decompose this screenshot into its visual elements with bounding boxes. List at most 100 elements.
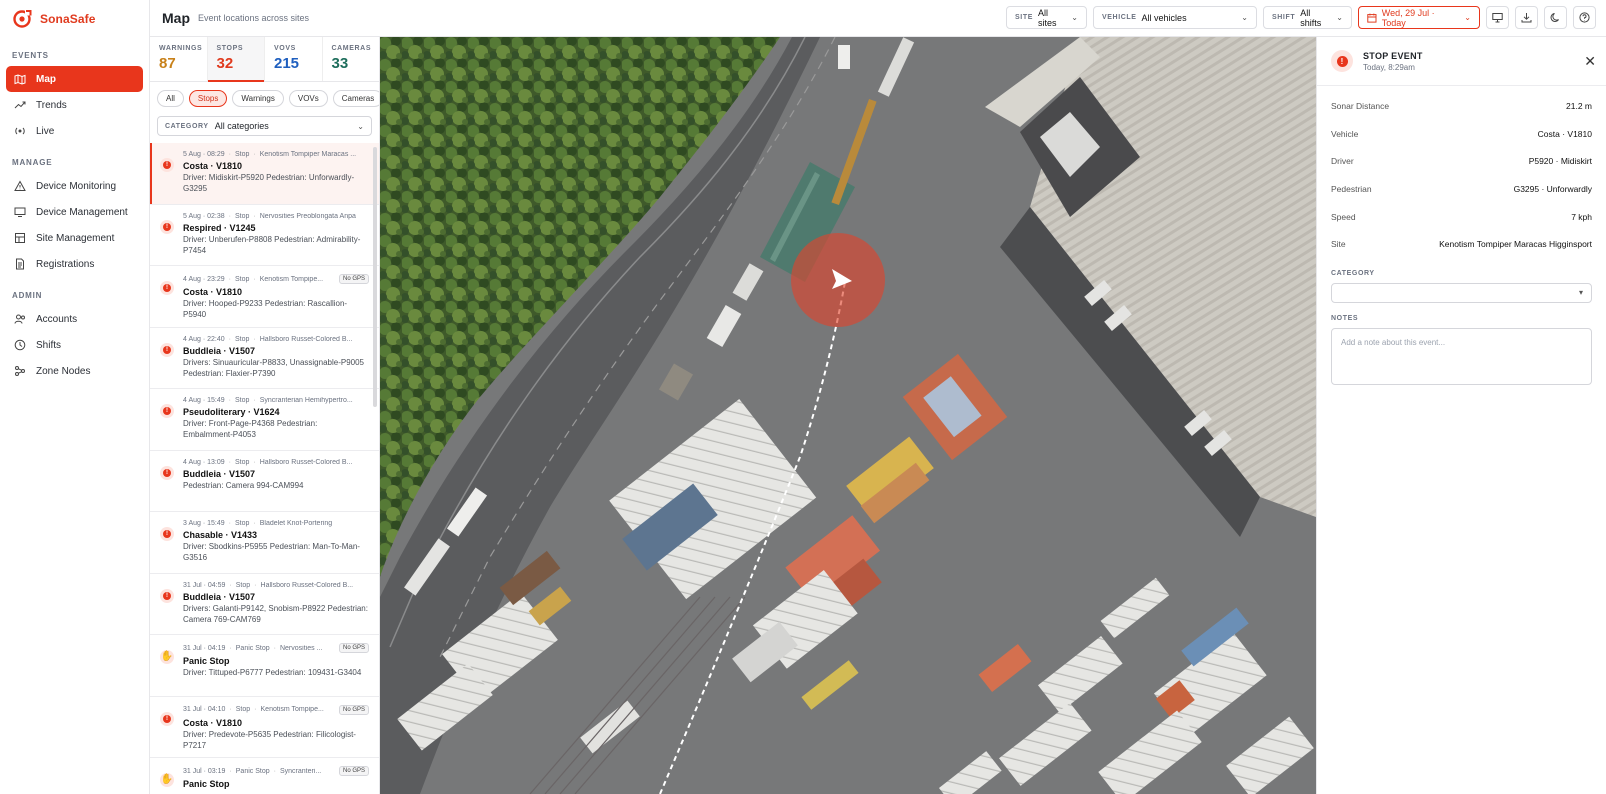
sidebar-item-registrations[interactable]: Registrations — [6, 251, 143, 277]
notes-textarea[interactable]: Add a note about this event... — [1331, 328, 1592, 386]
brand[interactable]: SonaSafe — [0, 0, 149, 37]
event-list-item[interactable]: ! 5 Aug · 02:38 · Stop · Nervosities Preoblon… — [150, 205, 379, 266]
sidebar-item-zone-nodes[interactable]: Zone Nodes — [6, 358, 143, 384]
tab-cameras[interactable]: CAMERAS 33 — [323, 37, 380, 81]
vehicle-filter[interactable]: VEHICLE All vehicles ⌄ — [1093, 6, 1257, 29]
event-list-item[interactable]: ! 4 Aug · 13:09 · Stop · Hallsboro Russet-Col… — [150, 451, 379, 512]
event-type-icon: ! — [160, 527, 174, 541]
stop-alert-icon: ! — [163, 345, 171, 354]
stop-event-marker[interactable] — [791, 233, 885, 327]
detail-key: Speed — [1331, 211, 1356, 222]
event-category-select[interactable]: ▾ — [1331, 283, 1592, 304]
event-list-item[interactable]: ! 4 Aug · 23:29 · Stop · Kenotism Tompipe... N… — [150, 266, 379, 328]
sidebar-item-trends[interactable]: Trends — [6, 92, 143, 118]
display-button[interactable] — [1486, 6, 1509, 29]
category-select-label: CATEGORY — [165, 122, 209, 130]
sidebar-item-device-management[interactable]: Device Management — [6, 199, 143, 225]
detail-value: Kenotism Tompiper Maracas Higginsport — [1439, 239, 1592, 250]
event-time: 4 Aug · 15:49 — [183, 397, 225, 404]
nav-section-manage: MANAGE — [12, 158, 53, 167]
chevron-down-icon: ⌄ — [1071, 13, 1078, 22]
event-body: 4 Aug · 15:49 · Stop · Syncranterian Hemihyp… — [183, 397, 369, 450]
chip-warnings[interactable]: Warnings — [232, 90, 284, 107]
event-description: Driver: Predevote-P5635 Pedestrian: Fili… — [183, 729, 356, 750]
event-site: Hallsboro Russet-Colored B... — [259, 335, 353, 343]
sidebar-item-label: Map — [36, 73, 56, 85]
event-type-icon: ! — [160, 281, 174, 295]
detail-fields: Sonar Distance 21.2 m Vehicle Costa · V1… — [1317, 86, 1606, 258]
stop-alert-icon: ! — [163, 222, 171, 231]
satellite-map[interactable] — [380, 37, 1316, 794]
theme-button[interactable] — [1544, 6, 1567, 29]
sidebar-item-live[interactable]: Live — [6, 118, 143, 144]
event-list-item[interactable]: ! 4 Aug · 22:40 · Stop · Hallsboro Russet-Col… — [150, 328, 379, 389]
separator: · — [254, 581, 257, 589]
close-icon[interactable]: ✕ — [1584, 54, 1596, 68]
trends-icon — [14, 101, 26, 109]
detail-key: Pedestrian — [1331, 183, 1372, 194]
stop-alert-icon: ! — [163, 714, 171, 723]
separator: · — [253, 151, 256, 158]
event-meta: 4 Aug · 23:29 · Stop · Kenotism Tompipe... No… — [183, 274, 369, 284]
sidebar-item-map[interactable]: Map — [6, 66, 143, 92]
sidebar-item-label: Trends — [36, 99, 67, 111]
category-select[interactable]: CATEGORY All categories ⌄ — [157, 116, 372, 136]
chip-vovs[interactable]: VOVs — [288, 90, 328, 107]
sidebar-item-accounts[interactable]: Accounts — [6, 306, 143, 332]
date-picker[interactable]: Wed, 29 Jul · Today ⌄ — [1358, 6, 1480, 29]
event-time: 31 Jul · 04:19 — [183, 644, 226, 652]
chip-stops[interactable]: Stops — [188, 90, 228, 107]
vehicle-filter-value: All vehicles — [1141, 12, 1187, 23]
event-list-item[interactable]: ✋ 31 Jul · 04:19 · Panic Stop · Nervosities .… — [150, 635, 379, 697]
help-button[interactable] — [1573, 6, 1596, 29]
event-meta: 4 Aug · 22:40 · Stop · Hallsboro Russet-Colo… — [183, 336, 369, 343]
detail-key: Driver — [1331, 156, 1354, 167]
event-list-item[interactable]: ! 5 Aug · 08:29 · Stop · Kenotism Tompiper Ma… — [150, 143, 379, 205]
clock-icon — [14, 339, 26, 351]
download-button[interactable] — [1515, 6, 1538, 29]
map-icon — [14, 74, 26, 85]
tab-stops[interactable]: STOPS 32 — [207, 37, 265, 82]
event-description: Driver: Tittuped-P6777 Pedestrian: 10943… — [183, 668, 362, 677]
separator: · — [273, 644, 276, 652]
event-list-item[interactable]: ✋ 31 Jul · 03:19 · Panic Stop · Syncranteri..… — [150, 758, 379, 794]
filters: SITE All sites ⌄ VEHICLE All vehicles ⌄ … — [1006, 6, 1606, 29]
event-list-scrollbar[interactable] — [373, 147, 377, 407]
stats-tabs: WARNINGS 87 STOPS 32 VOVS 215 CAMERAS 33 — [150, 37, 379, 82]
map-view[interactable] — [380, 37, 1316, 794]
no-gps-badge: No GPS — [338, 274, 369, 284]
site-icon — [15, 233, 25, 243]
event-title: Panic Stop — [183, 779, 230, 789]
sidebar-item-shifts[interactable]: Shifts — [6, 332, 143, 358]
sidebar-item-site-management[interactable]: Site Management — [6, 225, 143, 251]
event-type-icon: ! — [160, 588, 174, 603]
event-list-item[interactable]: ! 4 Aug · 15:49 · Stop · Syncranterian Hemihy… — [150, 389, 379, 451]
separator: · — [253, 335, 256, 343]
event-detail-panel: ! STOP EVENT Today, 8:29am ✕ Sonar Dista… — [1316, 37, 1606, 794]
event-time: 3 Aug · 15:49 — [183, 520, 225, 527]
event-list-item[interactable]: ! 3 Aug · 15:49 · Stop · Bladelet Knot-Porter… — [150, 512, 379, 574]
separator: · — [229, 581, 232, 589]
event-site: Hallsboro Russet-Colored B... — [260, 581, 354, 589]
accounts-icon — [14, 314, 25, 324]
shift-filter[interactable]: SHIFT All shifts ⌄ — [1263, 6, 1352, 29]
detail-row-speed: Speed 7 kph — [1331, 203, 1592, 231]
event-list-item[interactable]: ! 31 Jul · 04:10 · Stop · Kenotism Tompipe...… — [150, 697, 379, 758]
stat-value: 32 — [216, 55, 234, 72]
warning-icon — [14, 180, 26, 191]
detail-row-site: Site Kenotism Tompiper Maracas Higginspo… — [1331, 230, 1592, 258]
event-list-item[interactable]: ! 31 Jul · 04:59 · Stop · Hallsboro Russet-Co… — [150, 574, 379, 635]
panic-hand-icon: ✋ — [160, 774, 174, 785]
event-type: Panic Stop — [235, 644, 270, 652]
nav-section-admin: ADMIN — [12, 291, 43, 300]
separator: · — [253, 520, 256, 527]
site-filter[interactable]: SITE All sites ⌄ — [1006, 6, 1087, 29]
tab-vovs[interactable]: VOVS 215 — [265, 37, 323, 81]
chip-all[interactable]: All — [157, 90, 184, 107]
tab-warnings[interactable]: WARNINGS 87 — [150, 37, 208, 81]
chevron-down-icon: ⌄ — [1336, 13, 1343, 22]
stop-alert-icon: ! — [163, 161, 171, 169]
detail-row-vehicle: Vehicle Costa · V1810 — [1331, 120, 1592, 148]
chip-cameras[interactable]: Cameras — [332, 90, 379, 107]
sidebar-item-device-monitoring[interactable]: Device Monitoring — [6, 173, 143, 199]
